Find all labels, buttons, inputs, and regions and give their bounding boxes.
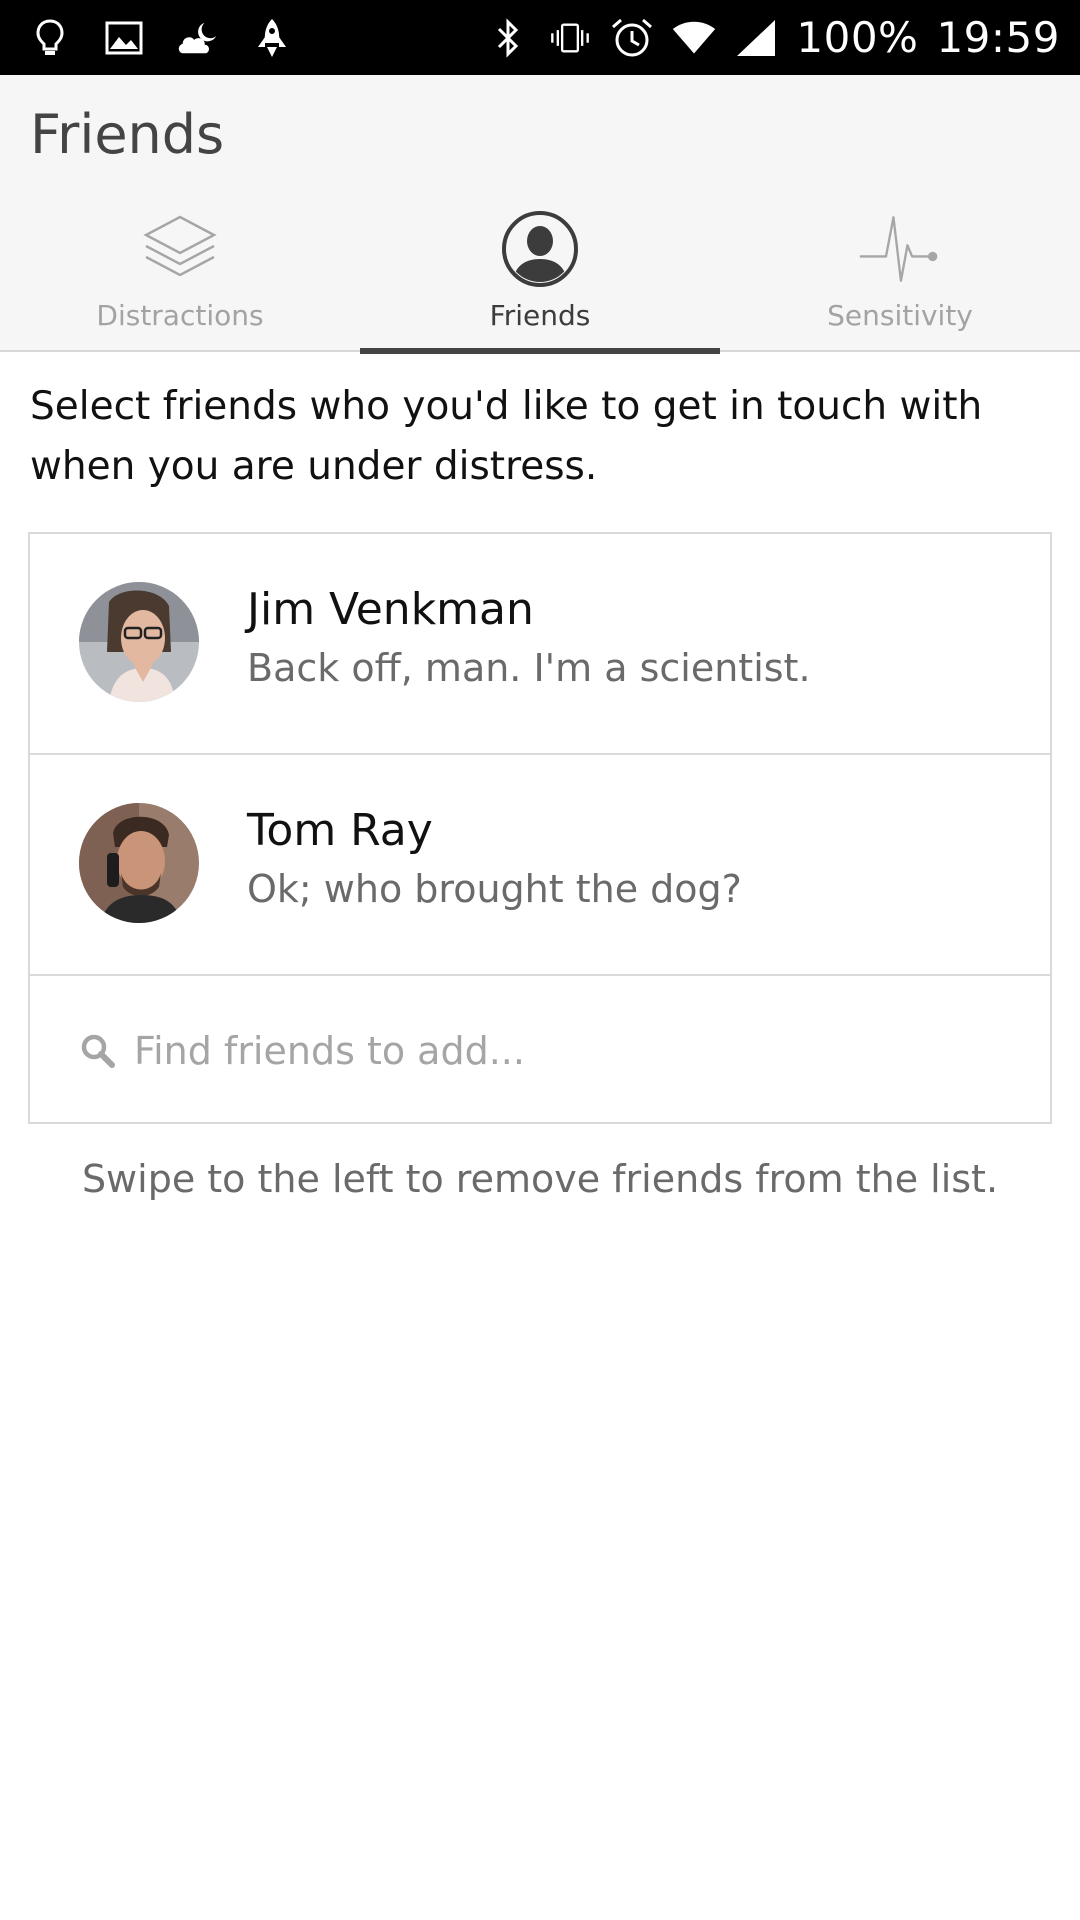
- tab-bar: Distractions Friends Sensitivity: [0, 205, 1080, 354]
- friend-name: Tom Ray: [247, 805, 433, 856]
- signal-icon: [734, 16, 778, 60]
- tab-distractions[interactable]: Distractions: [0, 205, 360, 352]
- tab-friends[interactable]: Friends: [360, 205, 720, 354]
- tab-label: Sensitivity: [827, 299, 973, 332]
- clock: 19:59: [936, 13, 1060, 62]
- status-bar: 100% 19:59: [0, 0, 1080, 75]
- weather-icon: [176, 16, 220, 60]
- list-item[interactable]: Jim Venkman Back off, man. I'm a scienti…: [30, 534, 1050, 755]
- pulse-icon: [858, 207, 942, 291]
- tab-label: Distractions: [96, 299, 264, 332]
- rocket-icon: [250, 16, 294, 60]
- wifi-icon: [672, 16, 716, 60]
- friend-name: Jim Venkman: [247, 584, 534, 635]
- status-bar-system: 100% 19:59: [486, 13, 1060, 62]
- tab-sensitivity[interactable]: Sensitivity: [720, 205, 1080, 352]
- friends-list: Jim Venkman Back off, man. I'm a scienti…: [28, 532, 1052, 1124]
- page-title: Friends: [30, 103, 225, 166]
- person-icon: [498, 207, 582, 291]
- search-row: [30, 978, 1050, 1124]
- battery-level: 100%: [796, 13, 919, 62]
- bluetooth-icon: [486, 16, 530, 60]
- friend-status: Back off, man. I'm a scientist.: [247, 646, 811, 690]
- lightbulb-icon: [28, 16, 72, 60]
- app-header: Friends Distractions Friends Sensitivity: [0, 75, 1080, 354]
- search-icon: [78, 1031, 118, 1071]
- avatar: [79, 803, 199, 923]
- status-bar-notifications: [28, 16, 294, 60]
- swipe-hint: Swipe to the left to remove friends from…: [81, 1157, 999, 1201]
- avatar: [79, 582, 199, 702]
- vibrate-icon: [548, 16, 592, 60]
- image-icon: [102, 16, 146, 60]
- list-item[interactable]: Tom Ray Ok; who brought the dog?: [30, 755, 1050, 976]
- layers-icon: [138, 207, 222, 291]
- intro-text: Select friends who you'd like to get in …: [30, 384, 983, 489]
- search-input[interactable]: [134, 1021, 1014, 1081]
- friend-status: Ok; who brought the dog?: [247, 867, 742, 911]
- alarm-icon: [610, 16, 654, 60]
- tab-label: Friends: [489, 299, 591, 332]
